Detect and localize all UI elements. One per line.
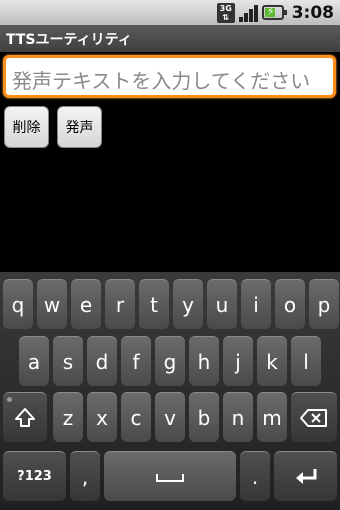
key-f[interactable]: f — [121, 336, 151, 386]
key-s[interactable]: s — [53, 336, 83, 386]
key-o[interactable]: o — [275, 279, 305, 329]
key-j[interactable]: j — [223, 336, 253, 386]
key-p[interactable]: p — [309, 279, 339, 329]
key-k[interactable]: k — [257, 336, 287, 386]
key-t[interactable]: t — [139, 279, 169, 329]
status-bar: 3G ⇅ ⚡ 3:08 — [0, 0, 340, 25]
period-key[interactable]: . — [240, 451, 270, 501]
key-y[interactable]: y — [173, 279, 203, 329]
key-q[interactable]: q — [3, 279, 33, 329]
key-c[interactable]: c — [121, 392, 151, 442]
battery-charging-icon: ⚡ — [261, 5, 287, 20]
key-x[interactable]: x — [87, 392, 117, 442]
delete-button[interactable]: 削除 — [4, 106, 49, 148]
key-b[interactable]: b — [189, 392, 219, 442]
symbols-key[interactable]: ?123 — [3, 451, 66, 501]
key-m[interactable]: m — [257, 392, 287, 442]
key-w[interactable]: w — [37, 279, 67, 329]
key-g[interactable]: g — [155, 336, 185, 386]
clock: 3:08 — [291, 2, 334, 23]
key-e[interactable]: e — [71, 279, 101, 329]
key-z[interactable]: z — [53, 392, 83, 442]
key-r[interactable]: r — [105, 279, 135, 329]
space-icon — [156, 473, 184, 482]
shift-icon — [15, 407, 35, 427]
comma-key[interactable]: , — [70, 451, 100, 501]
enter-key[interactable] — [274, 451, 337, 501]
key-a[interactable]: a — [19, 336, 49, 386]
key-h[interactable]: h — [189, 336, 219, 386]
shift-key[interactable] — [3, 392, 47, 442]
backspace-icon — [300, 408, 327, 427]
key-i[interactable]: i — [241, 279, 271, 329]
speak-button[interactable]: 発声 — [57, 106, 102, 148]
app-title: TTSユーティリティ — [0, 25, 340, 52]
key-v[interactable]: v — [155, 392, 185, 442]
key-l[interactable]: l — [291, 336, 321, 386]
soft-keyboard: qwertyuiop asdfghjkl zxcvbnm ?123 , . — [0, 272, 340, 510]
network-3g-icon: 3G ⇅ — [216, 2, 235, 23]
signal-strength-icon — [238, 4, 258, 22]
backspace-key[interactable] — [291, 392, 337, 442]
enter-icon — [295, 468, 316, 484]
key-u[interactable]: u — [207, 279, 237, 329]
space-key[interactable] — [104, 451, 236, 501]
speech-text-input[interactable]: 発声テキストを入力してください — [3, 55, 336, 98]
key-n[interactable]: n — [223, 392, 253, 442]
key-d[interactable]: d — [87, 336, 117, 386]
